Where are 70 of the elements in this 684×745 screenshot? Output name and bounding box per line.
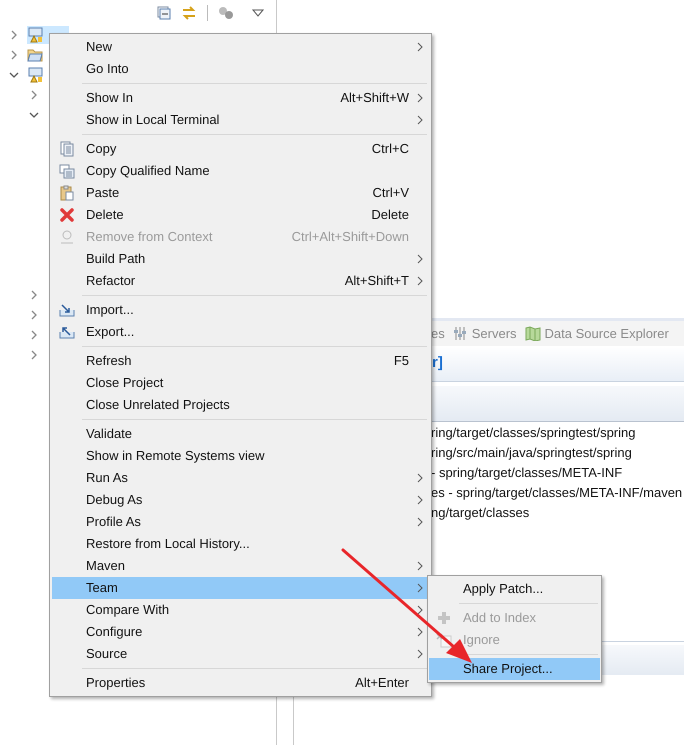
chevron-right-icon (417, 649, 423, 659)
menu-item[interactable]: Configure (52, 621, 429, 643)
chevron-right-icon[interactable] (29, 310, 39, 320)
dropdown-icon[interactable] (252, 8, 264, 16)
menu-item[interactable]: Source (52, 643, 429, 665)
menu-item[interactable]: Copy Ctrl+C (52, 138, 429, 160)
menu-item[interactable]: Copy Qualified Name (52, 160, 429, 182)
menu-item[interactable]: Profile As (52, 511, 429, 533)
menu-item[interactable]: Export... (52, 321, 429, 343)
chevron-right-icon (417, 627, 423, 637)
menu-item[interactable]: New (52, 36, 429, 58)
chevron-right-icon[interactable] (29, 350, 39, 360)
menu-item[interactable]: Import... (52, 299, 429, 321)
menu-item[interactable]: Delete Delete (52, 204, 429, 226)
chevron-right-icon[interactable] (9, 30, 19, 40)
chevron-right-icon[interactable] (29, 290, 39, 300)
chevron-down-icon[interactable] (9, 72, 19, 78)
chevron-right-icon[interactable] (9, 50, 19, 60)
chevron-right-icon[interactable] (29, 330, 39, 340)
delete-icon (59, 207, 75, 223)
menu-item[interactable]: Validate (52, 423, 429, 445)
ignore-icon (436, 632, 452, 648)
menu-item[interactable]: Paste Ctrl+V (52, 182, 429, 204)
servers-icon (452, 326, 468, 341)
list-row[interactable]: ng/target/classes (431, 503, 684, 523)
menu-item[interactable]: Refresh F5 (52, 350, 429, 372)
chevron-right-icon (417, 517, 423, 527)
import-icon (59, 302, 75, 318)
link-icon[interactable] (181, 4, 197, 20)
chevron-right-icon (417, 93, 423, 103)
remove-icon (59, 229, 75, 245)
chevron-right-icon (417, 473, 423, 483)
list-row[interactable]: ring/target/classes/springtest/spring (431, 423, 684, 443)
menu-item[interactable]: Show in Local Terminal (52, 109, 429, 131)
chevron-right-icon (417, 115, 423, 125)
map-icon (524, 326, 541, 341)
menu-item[interactable]: Close Project (52, 372, 429, 394)
menu-item[interactable]: Apply Patch... (429, 578, 600, 600)
chevron-right-icon (417, 254, 423, 264)
chevron-right-icon (417, 276, 423, 286)
menu-item[interactable]: Debug As (52, 489, 429, 511)
copy-icon (59, 163, 75, 179)
chevron-down-icon[interactable] (29, 112, 39, 118)
filter-icon[interactable] (218, 6, 234, 20)
menu-item[interactable]: Compare With (52, 599, 429, 621)
chevron-right-icon[interactable] (29, 90, 39, 100)
menu-item[interactable]: Maven (52, 555, 429, 577)
menu-item[interactable]: Show In Alt+Shift+W (52, 87, 429, 109)
chevron-right-icon (417, 42, 423, 52)
menu-item[interactable]: Close Unrelated Projects (52, 394, 429, 416)
menu-item[interactable]: Run As (52, 467, 429, 489)
menu-item[interactable]: Build Path (52, 248, 429, 270)
collapse-all-icon[interactable] (157, 6, 171, 20)
menu-item[interactable]: Restore from Local History... (52, 533, 429, 555)
panel-title: r] (432, 353, 443, 374)
menu-item[interactable]: Team (52, 577, 429, 599)
copy-icon (59, 141, 75, 157)
menu-item[interactable]: Go Into (52, 58, 429, 80)
menu-item[interactable]: Properties Alt+Enter (52, 672, 429, 694)
plus-icon (436, 610, 452, 626)
menu-item[interactable]: Show in Remote Systems view (52, 445, 429, 467)
clipboard-icon (59, 185, 75, 201)
menu-item[interactable]: Refactor Alt+Shift+T (52, 270, 429, 292)
list-row[interactable]: ring/src/main/java/springtest/spring (431, 443, 684, 463)
list-row[interactable]: es - spring/target/classes/META-INF/maven (431, 483, 684, 503)
chevron-right-icon (417, 583, 423, 593)
menu-item[interactable]: Share Project... (429, 658, 600, 680)
chevron-right-icon (417, 605, 423, 615)
chevron-right-icon (417, 495, 423, 505)
chevron-right-icon (417, 561, 423, 571)
